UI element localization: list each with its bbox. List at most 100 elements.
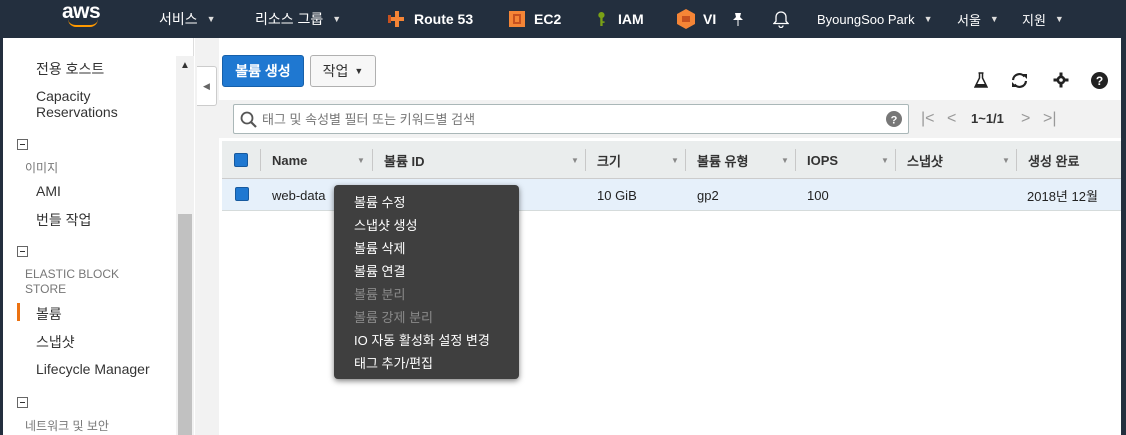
first-page-icon[interactable]: |< [921, 110, 935, 128]
shortcut-route53[interactable]: Route 53 [388, 0, 473, 38]
sort-caret-icon[interactable]: ▼ [357, 156, 365, 165]
sort-caret-icon[interactable]: ▼ [881, 156, 889, 165]
chevron-down-icon: ▼ [206, 14, 216, 24]
menu-item-add-edit-tags[interactable]: 태그 추가/편집 [354, 353, 433, 372]
chevron-down-icon: ▼ [923, 14, 933, 24]
sidebar-header-ebs-2: STORE [25, 282, 67, 296]
create-volume-button[interactable]: 볼륨 생성 [222, 55, 304, 87]
sort-caret-icon[interactable]: ▼ [671, 156, 679, 165]
services-menu[interactable]: 서비스 ▼ [159, 0, 216, 38]
help-icon[interactable]: ? [1089, 70, 1109, 90]
shortcut-label: EC2 [534, 11, 562, 27]
column-header-snapshot[interactable]: 스냅샷 [907, 141, 943, 179]
window-frame-right [1121, 38, 1126, 435]
active-indicator [17, 303, 20, 321]
sidebar-header-network: 네트워크 및 보안 [25, 419, 109, 433]
cell-created: 2018년 12월 [1027, 188, 1098, 204]
shortcut-label: VI [703, 11, 717, 27]
column-divider [685, 149, 686, 171]
sidebar-scrollbar[interactable]: ▲ [176, 56, 194, 435]
sidebar-item-reservations[interactable]: Reservations [36, 104, 118, 120]
column-header-size[interactable]: 크기 [597, 141, 621, 179]
collapse-network-icon[interactable] [17, 397, 28, 408]
pagination-label: 1~1/1 [971, 111, 1004, 126]
table-header: Name ▼ 볼륨 ID ▼ 크기 ▼ 볼륨 유형 ▼ IOPS ▼ 스냅샷 ▼… [222, 141, 1121, 179]
refresh-icon[interactable] [1009, 70, 1029, 90]
menu-item-create-snapshot[interactable]: 스냅샷 생성 [354, 215, 417, 234]
region-label: 서울 [957, 12, 981, 28]
column-header-created[interactable]: 생성 완료 [1028, 141, 1079, 179]
sidebar-item-ami[interactable]: AMI [36, 183, 61, 199]
chevron-down-icon: ▼ [354, 66, 364, 76]
chevron-left-icon: ◀ [203, 81, 210, 91]
resource-groups-menu[interactable]: 리소스 그룹 ▼ [255, 0, 341, 38]
search-help-icon[interactable]: ? [886, 111, 902, 127]
column-divider [1016, 149, 1017, 171]
sidebar-item-lifecycle-manager[interactable]: Lifecycle Manager [36, 361, 150, 377]
scroll-up-arrow-icon[interactable]: ▲ [176, 60, 194, 74]
column-divider [260, 149, 261, 171]
menu-item-change-auto-enable-io[interactable]: IO 자동 활성화 설정 변경 [354, 330, 490, 349]
shortcut-label: IAM [618, 11, 644, 27]
services-label: 서비스 [159, 11, 198, 27]
search-bar: ? |< < 1~1/1 > >| [219, 100, 1121, 138]
column-divider [795, 149, 796, 171]
cell-size: 10 GiB [597, 187, 637, 203]
vpc-icon [677, 9, 695, 29]
menu-item-detach-volume: 볼륨 분리 [354, 287, 406, 302]
shortcut-iam[interactable]: IAM [596, 0, 644, 38]
sort-caret-icon[interactable]: ▼ [571, 156, 579, 165]
menu-item-modify-volume[interactable]: 볼륨 수정 [354, 192, 405, 211]
column-divider [585, 149, 586, 171]
route53-icon [388, 11, 404, 27]
sidebar: 전용 호스트 Capacity Reservations 이미지 AMI 번들 … [3, 38, 194, 435]
search-input[interactable] [262, 105, 882, 133]
chevron-down-icon: ▼ [1054, 14, 1064, 24]
user-name: ByoungSoo Park [817, 11, 915, 27]
support-label: 지원 [1022, 12, 1046, 28]
search-box[interactable]: ? [233, 104, 909, 134]
menu-item-force-detach-volume: 볼륨 강제 분리 [354, 310, 433, 325]
sort-caret-icon[interactable]: ▼ [1002, 156, 1010, 165]
sidebar-gutter: ◀ [195, 38, 219, 435]
aws-logo[interactable]: aws [62, 1, 102, 34]
cell-name: web-data [272, 187, 326, 203]
support-menu[interactable]: 지원 ▼ [1022, 0, 1064, 38]
gear-icon[interactable] [1051, 70, 1071, 90]
row-checkbox[interactable] [235, 187, 249, 201]
column-header-volume-id[interactable]: 볼륨 ID [384, 141, 425, 179]
scrollbar-thumb[interactable] [178, 214, 192, 435]
collapse-images-icon[interactable] [17, 139, 28, 150]
sidebar-item-snapshots[interactable]: 스냅샷 [36, 332, 75, 352]
user-menu[interactable]: ByoungSoo Park ▼ [817, 0, 933, 38]
prev-page-icon[interactable]: < [947, 110, 956, 128]
menu-item-attach-volume[interactable]: 볼륨 연결 [354, 261, 405, 280]
actions-label: 작업 [322, 63, 349, 79]
collapse-ebs-icon[interactable] [17, 246, 28, 257]
menu-item-delete-volume[interactable]: 볼륨 삭제 [354, 238, 405, 257]
search-icon [240, 111, 257, 128]
next-page-icon[interactable]: > [1021, 110, 1030, 128]
bell-icon[interactable] [773, 0, 789, 38]
last-page-icon[interactable]: >| [1043, 110, 1057, 128]
collapse-sidebar-button[interactable]: ◀ [197, 66, 217, 106]
sidebar-item-bundle-tasks[interactable]: 번들 작업 [36, 210, 91, 230]
shortcut-vpc[interactable]: VI [677, 0, 719, 38]
sidebar-item-capacity[interactable]: Capacity [36, 88, 90, 104]
column-header-iops[interactable]: IOPS [807, 141, 838, 179]
shortcut-ec2[interactable]: EC2 [508, 0, 561, 38]
sort-caret-icon[interactable]: ▼ [781, 156, 789, 165]
pin-icon[interactable] [732, 0, 744, 38]
column-header-volume-type[interactable]: 볼륨 유형 [697, 141, 748, 179]
sidebar-header-ebs-1: ELASTIC BLOCK [25, 267, 120, 281]
sidebar-item-dedicated-hosts[interactable]: 전용 호스트 [36, 59, 104, 79]
select-all-checkbox[interactable] [234, 153, 248, 167]
region-menu[interactable]: 서울 ▼ [957, 0, 999, 38]
sidebar-item-volumes[interactable]: 볼륨 [36, 304, 62, 324]
actions-button[interactable]: 작업 ▼ [310, 55, 376, 87]
column-header-name[interactable]: Name [272, 141, 307, 179]
sidebar-header-images: 이미지 [25, 161, 59, 175]
svg-text:?: ? [891, 115, 898, 127]
cell-volume-type: gp2 [697, 187, 719, 203]
flask-icon[interactable] [971, 70, 991, 90]
